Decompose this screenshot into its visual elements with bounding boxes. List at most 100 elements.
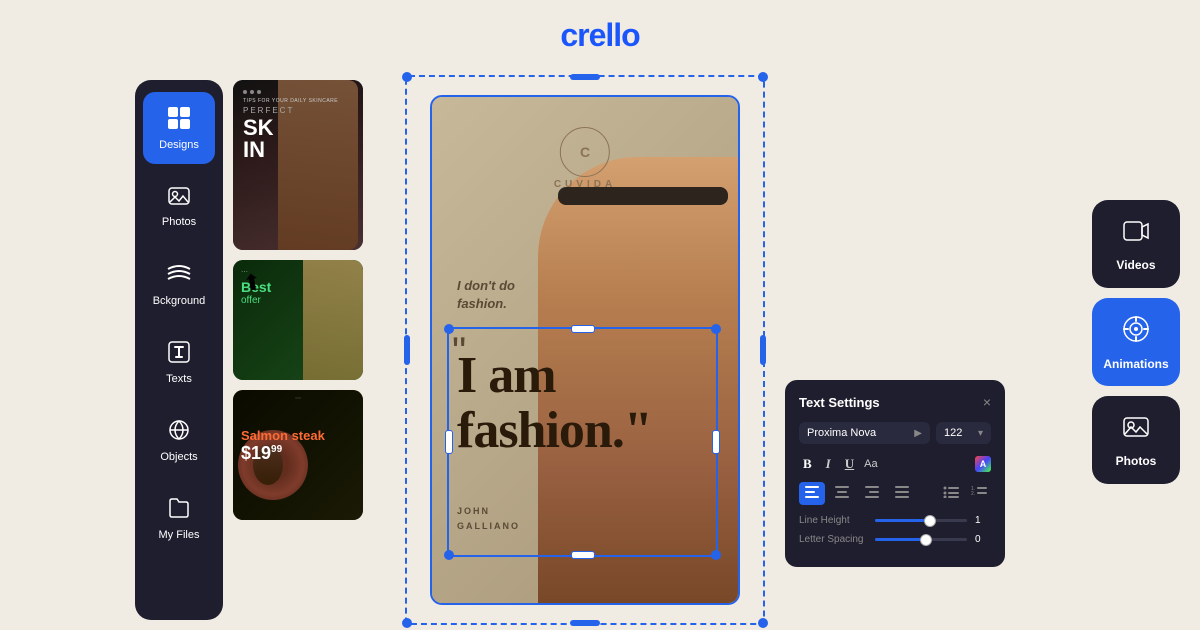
text-handle-tr[interactable] (711, 324, 721, 334)
canvas-wrapper: C CUVIDA I don't do fashion. " (375, 70, 795, 630)
sidebar-item-myfiles-label: My Files (159, 529, 200, 541)
card-offer-content: ⋯ Best offer (233, 260, 363, 380)
card-skin[interactable]: Tips for your daily skincare PERFECT SK … (233, 80, 363, 250)
text-handle-bottom[interactable] (571, 551, 595, 559)
sidebar-item-background-label: Bckground (153, 295, 206, 307)
selection-handle-left[interactable] (404, 335, 410, 365)
animations-button[interactable]: Animations (1092, 298, 1180, 386)
sidebar-item-texts[interactable]: Texts (143, 326, 215, 398)
sidebar-item-objects[interactable]: Objects (143, 404, 215, 476)
sidebar-item-background[interactable]: Bckground (143, 248, 215, 320)
card-salmon-content: ⋯ Salmon steak $1999 (233, 390, 363, 520)
ts-font-name: Proxima Nova (807, 427, 876, 439)
card-skin-perfect: PERFECT (243, 106, 353, 115)
sidebar-item-photos-label: Photos (162, 216, 196, 228)
sidebar-item-designs-label: Designs (159, 139, 199, 151)
card-salmon[interactable]: ⋯ Salmon steak $1999 (233, 390, 363, 520)
designs-icon (166, 105, 192, 135)
card-skin-title: SK IN (243, 117, 353, 161)
canvas-main-text: I am fashion." (457, 349, 652, 458)
texts-icon (166, 339, 192, 369)
card-salmon-price: $1999 (241, 443, 355, 464)
card-skin-content: Tips for your daily skincare PERFECT SK … (233, 80, 363, 250)
selection-handle-bottom[interactable] (570, 620, 600, 626)
text-handle-top[interactable] (571, 325, 595, 333)
ts-line-height-label: Line Height (799, 515, 867, 526)
ts-letter-spacing-track[interactable] (875, 538, 967, 541)
sidebar-item-myfiles[interactable]: My Files (143, 482, 215, 554)
ts-letter-spacing-fill (875, 538, 926, 541)
ts-size-value: 122 (944, 427, 962, 439)
ts-underline-button[interactable]: U (841, 454, 858, 474)
sidebar-item-photos[interactable]: Photos (143, 170, 215, 242)
ts-color-button[interactable]: A (975, 456, 991, 472)
card-offer-sub: offer (241, 295, 355, 306)
text-handle-bl[interactable] (444, 550, 454, 560)
objects-icon (166, 417, 192, 447)
animations-label: Animations (1103, 357, 1168, 371)
ts-bold-button[interactable]: B (799, 454, 816, 474)
ts-align-center-button[interactable] (829, 482, 855, 505)
ts-align-right-button[interactable] (859, 482, 885, 505)
canvas-attribution-line2: GALLIANO (457, 519, 520, 533)
canvas-logo: C CUVIDA (554, 127, 616, 190)
ts-line-height-track[interactable] (875, 519, 967, 522)
canvas-tagline-line2: fashion. (457, 295, 515, 313)
sidebar-item-texts-label: Texts (166, 373, 192, 385)
selection-handle-bl[interactable] (402, 618, 412, 628)
ts-numbered-list-button[interactable]: 1.2. (967, 482, 991, 505)
animations-icon (1121, 314, 1151, 351)
ts-font-selector[interactable]: Proxima Nova ▶ (799, 422, 930, 444)
cards-column: Tips for your daily skincare PERFECT SK … (233, 80, 363, 620)
selection-handle-br[interactable] (758, 618, 768, 628)
ts-format-row: B I U Aa A (799, 454, 991, 474)
ts-line-height-thumb[interactable] (924, 515, 936, 527)
ts-align-justify-button[interactable] (889, 482, 915, 505)
photos-icon (167, 184, 191, 212)
right-panel: Videos Animations (1092, 200, 1180, 484)
selection-handle-tl[interactable] (402, 72, 412, 82)
canvas-tagline-line1: I don't do (457, 277, 515, 295)
card-salmon-title: Salmon steak (241, 428, 355, 443)
selection-handle-right[interactable] (760, 335, 766, 365)
videos-icon (1122, 217, 1150, 252)
text-handle-left[interactable] (445, 430, 453, 454)
selection-handle-top[interactable] (570, 74, 600, 80)
ts-line-height-fill (875, 519, 930, 522)
canvas-brand: CUVIDA (554, 179, 616, 190)
canvas-tagline: I don't do fashion. (457, 277, 515, 313)
ts-bullet-list-button[interactable] (939, 482, 963, 505)
canvas-logo-circle: C (560, 127, 610, 177)
canvas-attribution-line1: JOHN (457, 504, 520, 518)
right-photos-button[interactable]: Photos (1092, 396, 1180, 484)
ts-align-left-button[interactable] (799, 482, 825, 505)
ts-italic-button[interactable]: I (822, 454, 835, 474)
ts-font-arrow-icon: ▶ (914, 428, 922, 439)
ts-letter-spacing-label: Letter Spacing (799, 534, 867, 545)
text-handle-br[interactable] (711, 550, 721, 560)
canvas-logo-letter: C (580, 144, 590, 160)
card-offer[interactable]: ⋯ Best offer (233, 260, 363, 380)
ts-align-row: 1.2. (799, 482, 991, 505)
sidebar-item-designs[interactable]: Designs (143, 92, 215, 164)
text-handle-right[interactable] (712, 430, 720, 454)
ts-font-size[interactable]: 122 ▾ (936, 422, 991, 444)
videos-button[interactable]: Videos (1092, 200, 1180, 288)
ts-aa-label: Aa (864, 458, 877, 470)
selection-handle-tr[interactable] (758, 72, 768, 82)
ts-line-height-row: Line Height 1 (799, 515, 991, 526)
ts-letter-spacing-thumb[interactable] (920, 534, 932, 546)
ts-close-button[interactable]: × (983, 394, 991, 410)
app-logo: crello (560, 17, 639, 54)
canvas-card[interactable]: C CUVIDA I don't do fashion. " (430, 95, 740, 605)
right-photos-label: Photos (1116, 454, 1157, 468)
ts-header: Text Settings × (799, 394, 991, 410)
sidebar-item-objects-label: Objects (160, 451, 197, 463)
sidebar: Designs Photos Bckground (135, 80, 223, 620)
text-settings-panel: Text Settings × Proxima Nova ▶ 122 ▾ B I… (785, 380, 1005, 567)
main-area: Designs Photos Bckground (0, 70, 1200, 630)
background-icon (166, 261, 192, 291)
card-skin-subtitle: Tips for your daily skincare (243, 98, 353, 104)
ts-letter-spacing-value: 0 (975, 534, 991, 545)
canvas-text-line1: I am (457, 349, 652, 404)
